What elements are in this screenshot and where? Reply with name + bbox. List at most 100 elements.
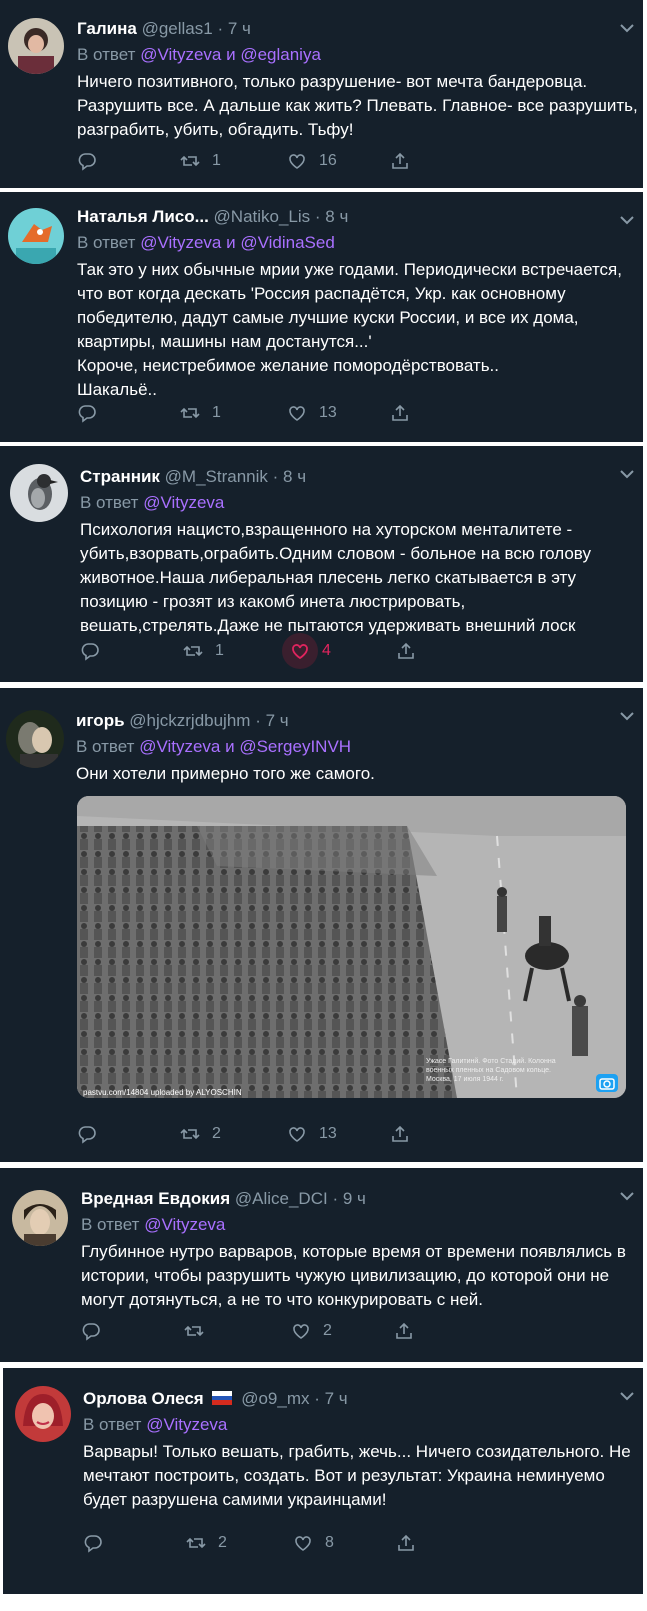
avatar[interactable] — [10, 464, 68, 522]
timestamp[interactable]: · 8 ч — [315, 207, 348, 226]
avatar[interactable] — [8, 18, 64, 74]
share-button[interactable] — [390, 400, 422, 426]
tweet-text-line: мечтают построить, создать. Вот и резуль… — [83, 1466, 605, 1485]
share-button[interactable] — [396, 1530, 428, 1556]
display-name[interactable]: Наталья Лисо... — [77, 207, 209, 226]
reply-prefix: В ответ — [76, 737, 135, 756]
tweet-header: Наталья Лисо... @Natiko_Lis · 8 ч — [77, 206, 621, 228]
reply-icon — [84, 1535, 102, 1553]
camera-icon[interactable] — [596, 1074, 618, 1092]
tweet-header: Орлова Олеся @o9_mx · 7 ч — [83, 1388, 621, 1410]
reply-to-handles[interactable]: @Vityzeva и @SergeyINVH — [139, 737, 351, 756]
reply-context: В ответ @Vityzeva — [80, 492, 621, 514]
tweet-evdokia[interactable]: Вредная Евдокия @Alice_DCI · 9 ч В ответ… — [0, 1168, 643, 1362]
tweet-content: Вредная Евдокия @Alice_DCI · 9 ч В ответ… — [81, 1188, 626, 1312]
retweet-count: 1 — [215, 642, 224, 659]
tweet-actions: 1 13 — [77, 400, 621, 426]
retweet-button[interactable]: 2 — [180, 1121, 221, 1147]
reply-context: В ответ @Vityzeva и @eglaniya — [77, 44, 621, 66]
timestamp[interactable]: · 7 ч — [314, 1389, 347, 1408]
avatar[interactable] — [6, 710, 64, 768]
reply-to-handles[interactable]: @Vityzeva и @VidinaSed — [140, 233, 335, 252]
retweet-button[interactable]: 1 — [180, 148, 221, 174]
chevron-down-icon[interactable] — [619, 1390, 635, 1402]
reply-icon — [82, 1323, 100, 1341]
reply-button[interactable] — [77, 1121, 109, 1147]
timestamp[interactable]: · 7 ч — [255, 711, 288, 730]
like-button[interactable]: 4 — [282, 633, 331, 669]
tweet-content: Галина @gellas1 · 7 ч В ответ @Vityzeva … — [77, 18, 638, 142]
handle[interactable]: @hjckzrjdbujhm — [129, 711, 250, 730]
tweet-olesya[interactable]: Орлова Олеся @o9_mx · 7 ч В ответ @Vityz… — [3, 1368, 643, 1594]
like-button[interactable]: 2 — [291, 1318, 332, 1344]
display-name[interactable]: Орлова Олеся — [83, 1389, 204, 1408]
share-button[interactable] — [394, 1318, 426, 1344]
timestamp[interactable]: · 8 ч — [273, 467, 306, 486]
tweet-strannik[interactable]: Странник @M_Strannik · 8 ч В ответ @Vity… — [0, 446, 643, 682]
retweet-button[interactable]: 1 — [180, 400, 221, 426]
share-icon — [392, 152, 408, 169]
reply-button[interactable] — [83, 1530, 115, 1556]
share-button[interactable] — [390, 1121, 422, 1147]
share-button[interactable] — [396, 638, 428, 664]
display-name[interactable]: Галина — [77, 19, 137, 38]
handle[interactable]: @Alice_DCI — [235, 1189, 328, 1208]
avatar[interactable] — [12, 1190, 68, 1246]
share-button[interactable] — [390, 148, 422, 174]
reply-prefix: В ответ — [77, 45, 136, 64]
tweet-media-photo[interactable]: Ужасе Галитинй. Фото Стадий. Колонна вое… — [77, 796, 626, 1098]
handle[interactable]: @Natiko_Lis — [214, 207, 311, 226]
tweet-galina[interactable]: Галина @gellas1 · 7 ч В ответ @Vityzeva … — [0, 0, 643, 188]
tweet-text-line: Шакальё.. — [77, 380, 157, 399]
chevron-down-icon[interactable] — [619, 22, 635, 34]
reply-icon — [78, 1126, 96, 1144]
tweet-igor[interactable]: игорь @hjckzrjdbujhm · 7 ч В ответ @Vity… — [0, 688, 643, 1162]
handle[interactable]: @gellas1 — [142, 19, 213, 38]
like-icon — [295, 1536, 311, 1551]
display-name[interactable]: Вредная Евдокия — [81, 1189, 230, 1208]
display-name[interactable]: игорь — [76, 711, 125, 730]
reply-button[interactable] — [80, 638, 112, 664]
tweet-text: Варвары! Только вешать, грабить, жечь...… — [83, 1440, 631, 1512]
timestamp[interactable]: · 9 ч — [332, 1189, 365, 1208]
tweet-text-line: истории, чтобы разрушить чужую цивилизац… — [81, 1266, 610, 1285]
tweet-natalya[interactable]: Наталья Лисо... @Natiko_Lis · 8 ч В отве… — [0, 192, 643, 442]
retweet-button[interactable]: 1 — [183, 638, 224, 664]
like-button[interactable]: 13 — [287, 1121, 337, 1147]
retweet-button[interactable] — [184, 1318, 216, 1344]
tweet-actions: 2 — [81, 1318, 621, 1344]
retweet-icon — [183, 645, 203, 657]
reply-button[interactable] — [77, 400, 109, 426]
reply-to-handles[interactable]: @Vityzeva — [144, 1215, 225, 1234]
like-button[interactable]: 13 — [287, 400, 337, 426]
tweet-actions: 2 8 — [83, 1530, 621, 1556]
avatar[interactable] — [15, 1386, 71, 1442]
reply-to-handles[interactable]: @Vityzeva — [146, 1415, 227, 1434]
tweet-text-line: что вот когда дескать 'Россия распадётся… — [77, 284, 566, 303]
tweet-text-line: Разрушить все. А дальше как жить? Плеват… — [77, 96, 638, 115]
reply-to-handles[interactable]: @Vityzeva и @eglaniya — [140, 45, 321, 64]
like-button[interactable]: 8 — [293, 1530, 334, 1556]
tweet-text: Так это у них обычные мрии уже годами. П… — [77, 258, 622, 402]
tweet-text-line: убить,взорвать,ограбить.Одним словом - б… — [80, 544, 591, 563]
chevron-down-icon[interactable] — [619, 214, 635, 226]
like-button[interactable]: 16 — [287, 148, 337, 174]
reply-to-handles[interactable]: @Vityzeva — [143, 493, 224, 512]
reply-button[interactable] — [81, 1318, 113, 1344]
tweet-text-line: позицию - грозят из какомб инета люстрир… — [80, 592, 466, 611]
tweet-actions: 1 16 — [77, 148, 621, 174]
display-name[interactable]: Странник — [80, 467, 160, 486]
timestamp[interactable]: · 7 ч — [217, 19, 250, 38]
avatar[interactable] — [8, 208, 64, 264]
like-count: 13 — [319, 1125, 337, 1142]
handle[interactable]: @o9_mx — [241, 1389, 309, 1408]
reply-button[interactable] — [77, 148, 109, 174]
handle[interactable]: @M_Strannik — [165, 467, 268, 486]
retweet-button[interactable]: 2 — [186, 1530, 227, 1556]
retweet-count: 2 — [212, 1125, 221, 1142]
photo-caption-text: Ужасе Галитинй. Фото Стадий. Колонна вое… — [426, 1058, 556, 1083]
chevron-down-icon[interactable] — [619, 468, 635, 480]
chevron-down-icon[interactable] — [619, 1190, 635, 1202]
chevron-down-icon[interactable] — [619, 710, 635, 722]
tweet-text-line: Психология нацисто,взращенного на хуторс… — [80, 520, 573, 539]
